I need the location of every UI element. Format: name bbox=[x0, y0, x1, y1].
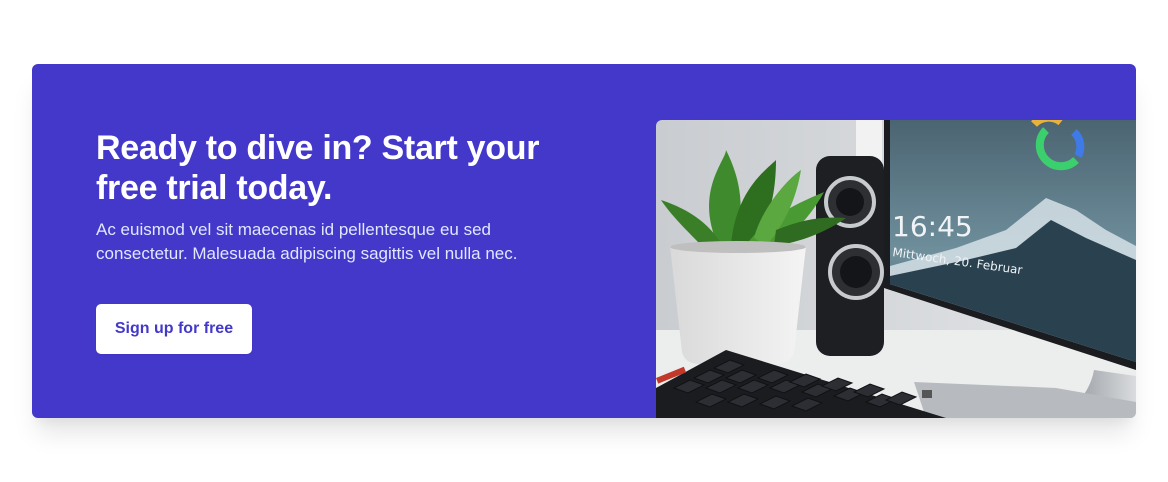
cta-copy: Ready to dive in? Start your free trial … bbox=[96, 128, 596, 266]
monitor-clock-time: 16:45 bbox=[892, 210, 973, 243]
cta-headline-line1: Ready to dive in? Start your bbox=[96, 129, 540, 167]
cta-description: Ac euismod vel sit maecenas id pellentes… bbox=[96, 218, 566, 266]
sign-up-button[interactable]: Sign up for free bbox=[96, 304, 252, 354]
cta-description-line1: Ac euismod vel sit maecenas id pellentes… bbox=[96, 220, 492, 239]
cta-headline: Ready to dive in? Start your free trial … bbox=[96, 128, 596, 208]
desk-setup-image: 16:45 Mittwoch, 20. Februar bbox=[656, 120, 1136, 418]
cta-banner: Ready to dive in? Start your free trial … bbox=[32, 64, 1136, 418]
cta-headline-line2: free trial today. bbox=[96, 169, 333, 207]
cta-description-line2: consectetur. Malesuada adipiscing sagitt… bbox=[96, 244, 518, 263]
